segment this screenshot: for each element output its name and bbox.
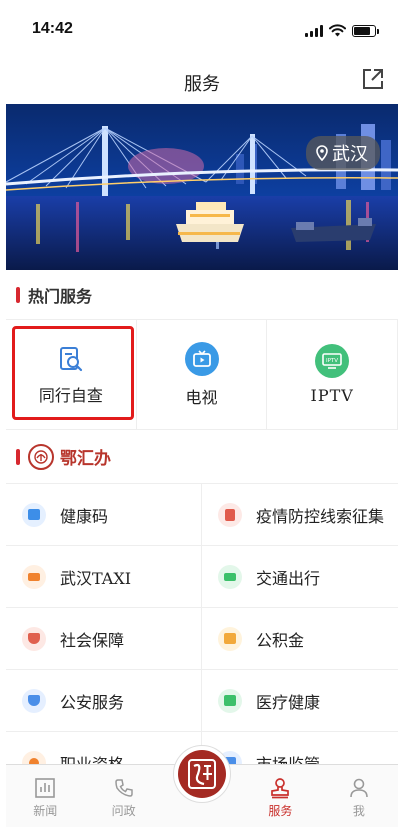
service-label: 公安服务	[60, 692, 125, 712]
section-marker	[16, 286, 20, 303]
ehui-logo-icon	[28, 443, 54, 470]
hot-services-title: 热门服务	[28, 286, 93, 306]
service-label: 健康码	[60, 506, 109, 526]
location-pin-icon	[316, 145, 328, 161]
user-icon	[350, 778, 368, 798]
ehui-header: 鄂汇办	[6, 430, 398, 484]
tab-services[interactable]: 服务	[241, 765, 319, 827]
service-label: 医疗健康	[256, 692, 321, 712]
center-seal-button[interactable]	[173, 745, 232, 803]
service-wuhan-taxi[interactable]: 武汉TAXI	[6, 546, 202, 608]
medical-bag-icon	[218, 688, 242, 713]
house-icon	[218, 626, 242, 651]
phone-icon	[114, 779, 133, 797]
hot-services-grid: 同行自查 电视 IPTV IPTV	[6, 320, 398, 430]
status-icons	[305, 24, 379, 37]
nav-bar: 服务	[6, 58, 398, 104]
taxi-icon	[22, 564, 46, 589]
city-banner[interactable]: 武汉	[6, 104, 398, 270]
hot-item-tv[interactable]: 电视	[137, 320, 268, 429]
location-label: 武汉	[332, 144, 368, 165]
tab-label: 新闻	[33, 804, 58, 818]
search-doc-icon	[59, 346, 82, 371]
service-label: 疫情防控线索征集	[256, 506, 385, 526]
share-icon[interactable]	[360, 66, 386, 92]
service-label: 社会保障	[60, 630, 125, 650]
ehui-title: 鄂汇办	[60, 449, 111, 469]
tv-icon	[184, 341, 219, 376]
car-icon	[218, 564, 242, 589]
tab-me[interactable]: 我	[320, 765, 398, 827]
battery-icon	[352, 24, 379, 37]
wifi-icon	[329, 24, 346, 37]
service-epidemic-clues[interactable]: 疫情防控线索征集	[202, 484, 398, 546]
service-police[interactable]: 公安服务	[6, 670, 202, 732]
hot-services-header: 热门服务	[6, 270, 398, 320]
svg-text:IPTV: IPTV	[326, 358, 338, 364]
service-label: 武汉TAXI	[60, 568, 132, 588]
medical-kit-icon	[22, 502, 46, 527]
app-frame: 14:42 服务 武汉 热门服务 同行自查 电视 IPTV IPTV 鄂汇办 健…	[6, 0, 398, 827]
shield-icon	[22, 626, 46, 651]
service-label: 交通出行	[256, 568, 321, 588]
hot-item-iptv[interactable]: IPTV IPTV	[267, 320, 398, 429]
status-time: 14:42	[32, 20, 73, 37]
center-seal-icon	[178, 750, 227, 798]
hot-item-label: 同行自查	[38, 385, 103, 405]
bottom-tab-bar: 新闻 问政 服务 我	[6, 745, 398, 827]
section-marker	[16, 448, 20, 465]
service-transport[interactable]: 交通出行	[202, 546, 398, 608]
signal-icon	[305, 24, 323, 37]
service-housing-fund[interactable]: 公积金	[202, 608, 398, 670]
location-chip[interactable]: 武汉	[306, 136, 380, 170]
tab-center[interactable]	[163, 745, 241, 827]
hot-item-label: IPTV	[310, 386, 354, 405]
banner-image	[6, 104, 398, 270]
news-chart-icon	[35, 778, 56, 798]
service-medical[interactable]: 医疗健康	[202, 670, 398, 732]
tab-label: 问政	[111, 804, 136, 818]
clipboard-icon	[218, 502, 242, 527]
tab-news[interactable]: 新闻	[6, 765, 84, 827]
service-stamp-icon	[271, 778, 290, 799]
iptv-icon: IPTV	[315, 344, 350, 378]
tab-inquiry[interactable]: 问政	[84, 765, 162, 827]
hot-item-trip-check[interactable]: 同行自查	[6, 320, 137, 429]
service-label: 公积金	[256, 630, 305, 650]
tab-label: 服务	[268, 804, 293, 818]
hot-item-label: 电视	[185, 387, 218, 407]
page-title: 服务	[184, 74, 220, 95]
service-social-security[interactable]: 社会保障	[6, 608, 202, 670]
status-bar: 14:42	[6, 0, 398, 58]
service-health-code[interactable]: 健康码	[6, 484, 202, 546]
tab-label: 我	[352, 804, 365, 818]
police-badge-icon	[22, 688, 46, 713]
